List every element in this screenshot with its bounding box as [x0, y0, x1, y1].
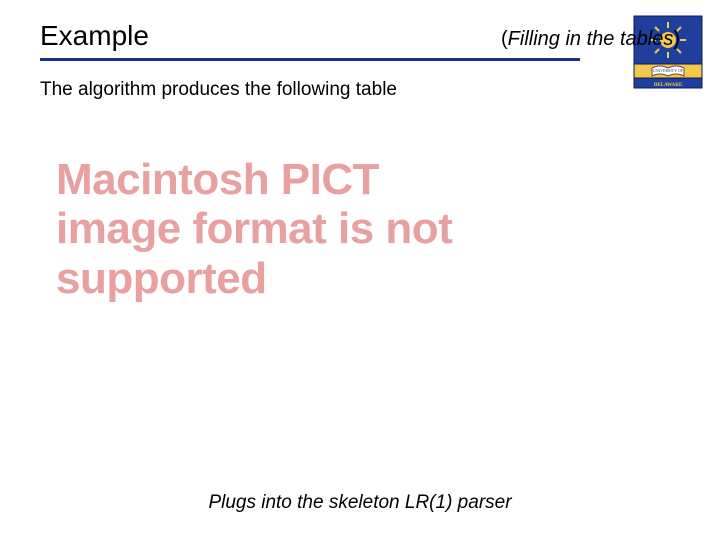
footer-caption: Plugs into the skeleton LR(1) parser [0, 492, 720, 514]
subtitle-close: ) [673, 28, 680, 50]
intro-text: The algorithm produces the following tab… [0, 69, 720, 101]
header-divider [40, 58, 580, 61]
slide-header: Example (Filling in the tables) [0, 0, 720, 69]
subtitle-open: ( [501, 28, 508, 50]
slide-subtitle: (Filling in the tables) [501, 28, 680, 51]
pict-placeholder-text: Macintosh PICT image format is not suppo… [56, 155, 486, 303]
title-row: Example (Filling in the tables) [40, 20, 680, 52]
slide-title: Example [40, 20, 149, 52]
subtitle-inner: Filling in the tables [508, 28, 674, 50]
svg-text:DELAWARE: DELAWARE [654, 83, 683, 88]
